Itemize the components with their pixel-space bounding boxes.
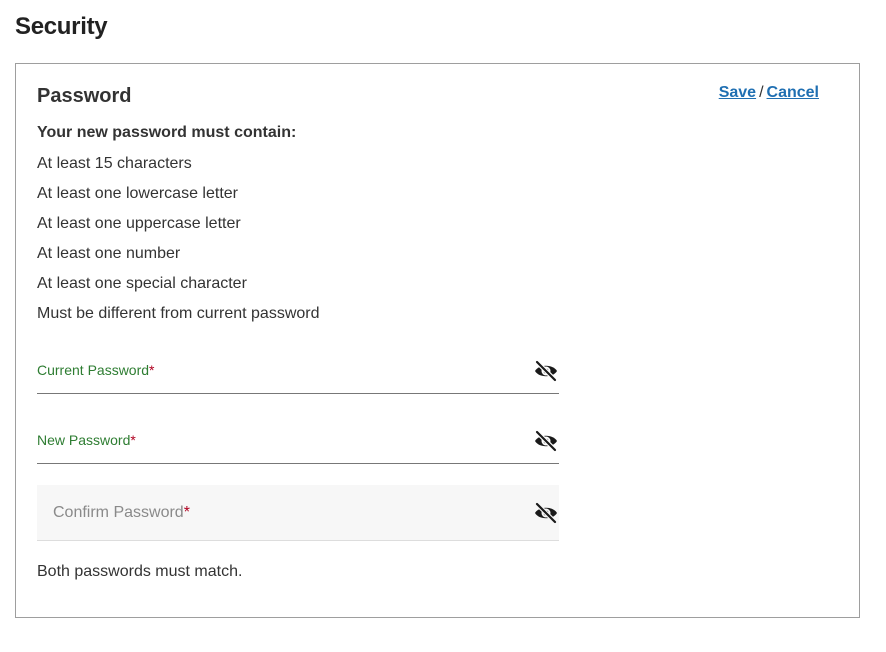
card-title: Password	[37, 85, 132, 107]
requirement-item: At least one special character	[37, 275, 247, 292]
password-match-hint: Both passwords must match.	[37, 563, 243, 580]
requirement-item: At least one number	[37, 245, 181, 262]
required-asterisk: *	[183, 504, 190, 521]
current-password-label: Current Password*	[37, 362, 155, 378]
eye-slash-icon[interactable]	[533, 359, 559, 383]
required-asterisk: *	[130, 432, 136, 448]
required-asterisk: *	[149, 362, 155, 378]
actions-separator: /	[759, 84, 764, 101]
eye-slash-icon[interactable]	[533, 429, 559, 453]
new-password-label: New Password*	[37, 432, 136, 448]
requirement-item: Must be different from current password	[37, 305, 320, 322]
confirm-password-placeholder: Confirm Password*	[53, 504, 190, 521]
page-title: Security	[15, 13, 108, 40]
cancel-link[interactable]: Cancel	[767, 84, 819, 101]
save-link[interactable]: Save	[719, 84, 756, 101]
password-card: Password Save / Cancel Your new password m…	[15, 63, 860, 618]
card-actions: Save / Cancel	[719, 84, 819, 102]
new-password-field[interactable]: New Password*	[37, 422, 559, 464]
requirements-heading: Your new password must contain:	[37, 124, 297, 141]
requirement-item: At least 15 characters	[37, 155, 192, 172]
eye-slash-icon[interactable]	[533, 501, 559, 525]
confirm-password-field[interactable]: Confirm Password*	[37, 485, 559, 541]
current-password-field[interactable]: Current Password*	[37, 352, 559, 394]
requirements-list: At least 15 characters At least one lowe…	[37, 155, 320, 335]
requirement-item: At least one lowercase letter	[37, 185, 238, 202]
requirement-item: At least one uppercase letter	[37, 215, 241, 232]
